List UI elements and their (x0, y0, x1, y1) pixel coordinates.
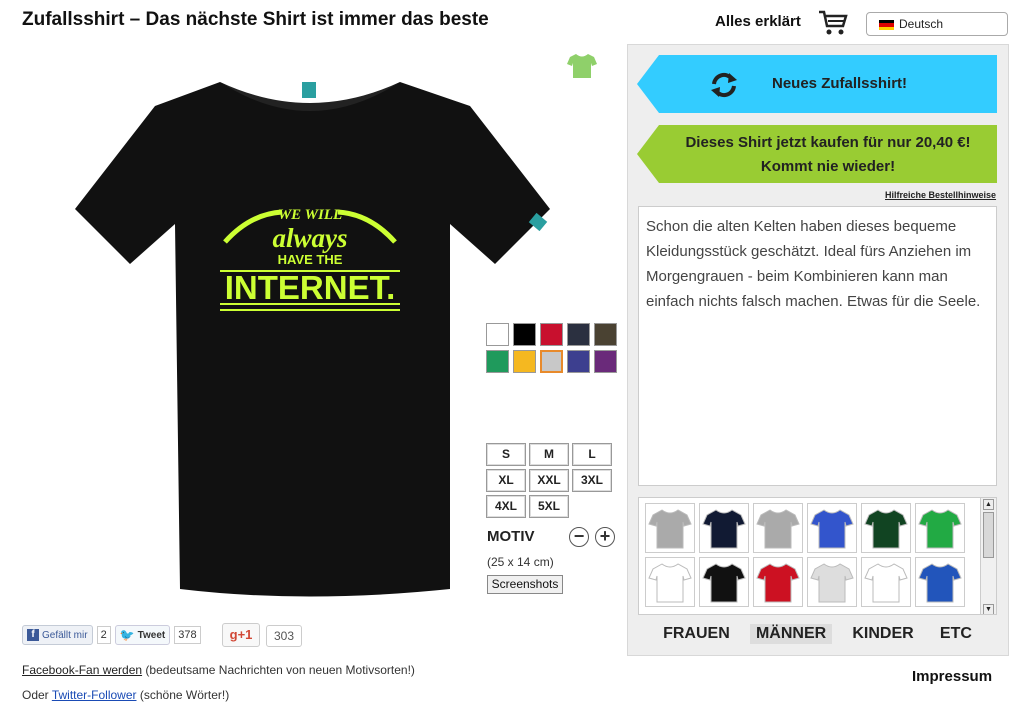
motiv-label: MOTIV (487, 528, 535, 545)
product-thumbnail[interactable] (915, 503, 965, 553)
shirt-preview: WE WILL always HAVE THE INTERNET. (60, 64, 550, 604)
size-s[interactable]: S (486, 443, 526, 466)
product-thumbnail[interactable] (699, 557, 749, 607)
facebook-like-button[interactable]: f Gefällt mir (22, 625, 93, 645)
scroll-thumb[interactable] (983, 512, 994, 558)
size-m[interactable]: M (529, 443, 569, 466)
category-tabs: FRAUEN MÄNNER KINDER ETC (638, 624, 997, 644)
buy-shirt-button[interactable]: Dieses Shirt jetzt kaufen für nur 20,40 … (637, 125, 997, 183)
tshirt-icon[interactable] (566, 52, 598, 80)
buy-line1: Dieses Shirt jetzt kaufen für nur 20,40 … (685, 134, 971, 151)
scroll-down-arrow[interactable]: ▼ (983, 604, 994, 614)
product-thumbnail[interactable] (915, 557, 965, 607)
color-swatches (486, 323, 618, 373)
product-thumbnail[interactable] (645, 557, 695, 607)
refresh-icon (711, 72, 737, 98)
google-plus-button[interactable]: g+1 (222, 623, 260, 647)
scroll-up-arrow[interactable]: ▲ (983, 499, 994, 510)
zoom-out-button[interactable]: − (569, 527, 589, 547)
language-label: Deutsch (899, 17, 944, 31)
print-line3: HAVE THE (278, 252, 343, 267)
size-grid: S M L XL XXL 3XL 4XL 5XL (486, 443, 612, 518)
color-swatch[interactable] (540, 350, 563, 373)
page-title: Zufallsshirt – Das nächste Shirt ist imm… (22, 9, 489, 30)
tab-kinder[interactable]: KINDER (846, 624, 919, 644)
product-thumbnail[interactable] (753, 557, 803, 607)
zoom-in-button[interactable]: + (595, 527, 615, 547)
shirt-description: Schon die alten Kelten haben dieses bequ… (638, 206, 997, 486)
color-swatch[interactable] (486, 323, 509, 346)
buy-line2: Kommt nie wieder! (760, 158, 896, 175)
product-thumbnail[interactable] (807, 557, 857, 607)
size-l[interactable]: L (572, 443, 612, 466)
color-swatch[interactable] (594, 323, 617, 346)
tab-etc[interactable]: ETC (934, 624, 978, 644)
gallery-scrollbar[interactable]: ▲ ▼ (980, 498, 996, 614)
order-hints-link[interactable]: Hilfreiche Bestellhinweise (885, 190, 996, 200)
size-5xl[interactable]: 5XL (529, 495, 569, 518)
product-thumbnail[interactable] (861, 557, 911, 607)
color-swatch[interactable] (567, 323, 590, 346)
new-random-shirt-button[interactable]: Neues Zufallsshirt! (637, 55, 997, 113)
facebook-count: 2 (96, 626, 111, 644)
color-swatch[interactable] (513, 323, 536, 346)
twitter-line: Oder Twitter-Follower (schöne Wörter!) (22, 688, 230, 702)
print-line1: WE WILL (278, 207, 342, 223)
color-swatch[interactable] (594, 350, 617, 373)
print-line2: always (272, 223, 347, 253)
explain-link[interactable]: Alles erklärt (715, 13, 801, 30)
color-swatch[interactable] (540, 323, 563, 346)
size-xxl[interactable]: XXL (529, 469, 569, 492)
twitter-icon: 🐦 (119, 628, 135, 642)
tweet-button[interactable]: 🐦 Tweet (114, 625, 171, 645)
print-line4: INTERNET. (225, 269, 396, 306)
facebook-line: Facebook-Fan werden (bedeutsame Nachrich… (22, 663, 415, 677)
color-swatch[interactable] (486, 350, 509, 373)
product-thumbnail[interactable] (699, 503, 749, 553)
tab-frauen[interactable]: FRAUEN (657, 624, 736, 644)
screenshots-button[interactable]: Screenshots (487, 575, 563, 594)
size-xl[interactable]: XL (486, 469, 526, 492)
facebook-icon: f (27, 629, 39, 641)
size-3xl[interactable]: 3XL (572, 469, 612, 492)
facebook-fan-link[interactable]: Facebook-Fan werden (22, 663, 142, 677)
tab-maenner[interactable]: MÄNNER (749, 624, 833, 644)
product-thumbnail[interactable] (753, 503, 803, 553)
imprint-link[interactable]: Impressum (912, 668, 992, 685)
twitter-follower-link[interactable]: Twitter-Follower (52, 688, 137, 702)
product-thumbnail[interactable] (807, 503, 857, 553)
product-thumbnail[interactable] (645, 503, 695, 553)
color-swatch[interactable] (513, 350, 536, 373)
cart-icon[interactable] (818, 9, 848, 37)
motiv-dimensions: (25 x 14 cm) (487, 555, 554, 569)
shirt-body (75, 82, 550, 597)
product-thumbnail[interactable] (861, 503, 911, 553)
social-bar: f Gefällt mir 2 🐦 Tweet 378 (22, 624, 201, 646)
shirt-tag (302, 82, 316, 98)
german-flag-icon (879, 20, 894, 30)
product-gallery: ▲ ▼ (638, 497, 997, 615)
size-4xl[interactable]: 4XL (486, 495, 526, 518)
color-swatch[interactable] (567, 350, 590, 373)
tweet-count: 378 (174, 626, 201, 644)
language-select[interactable]: Deutsch (866, 12, 1008, 36)
google-plus-count: 303 (266, 625, 302, 647)
